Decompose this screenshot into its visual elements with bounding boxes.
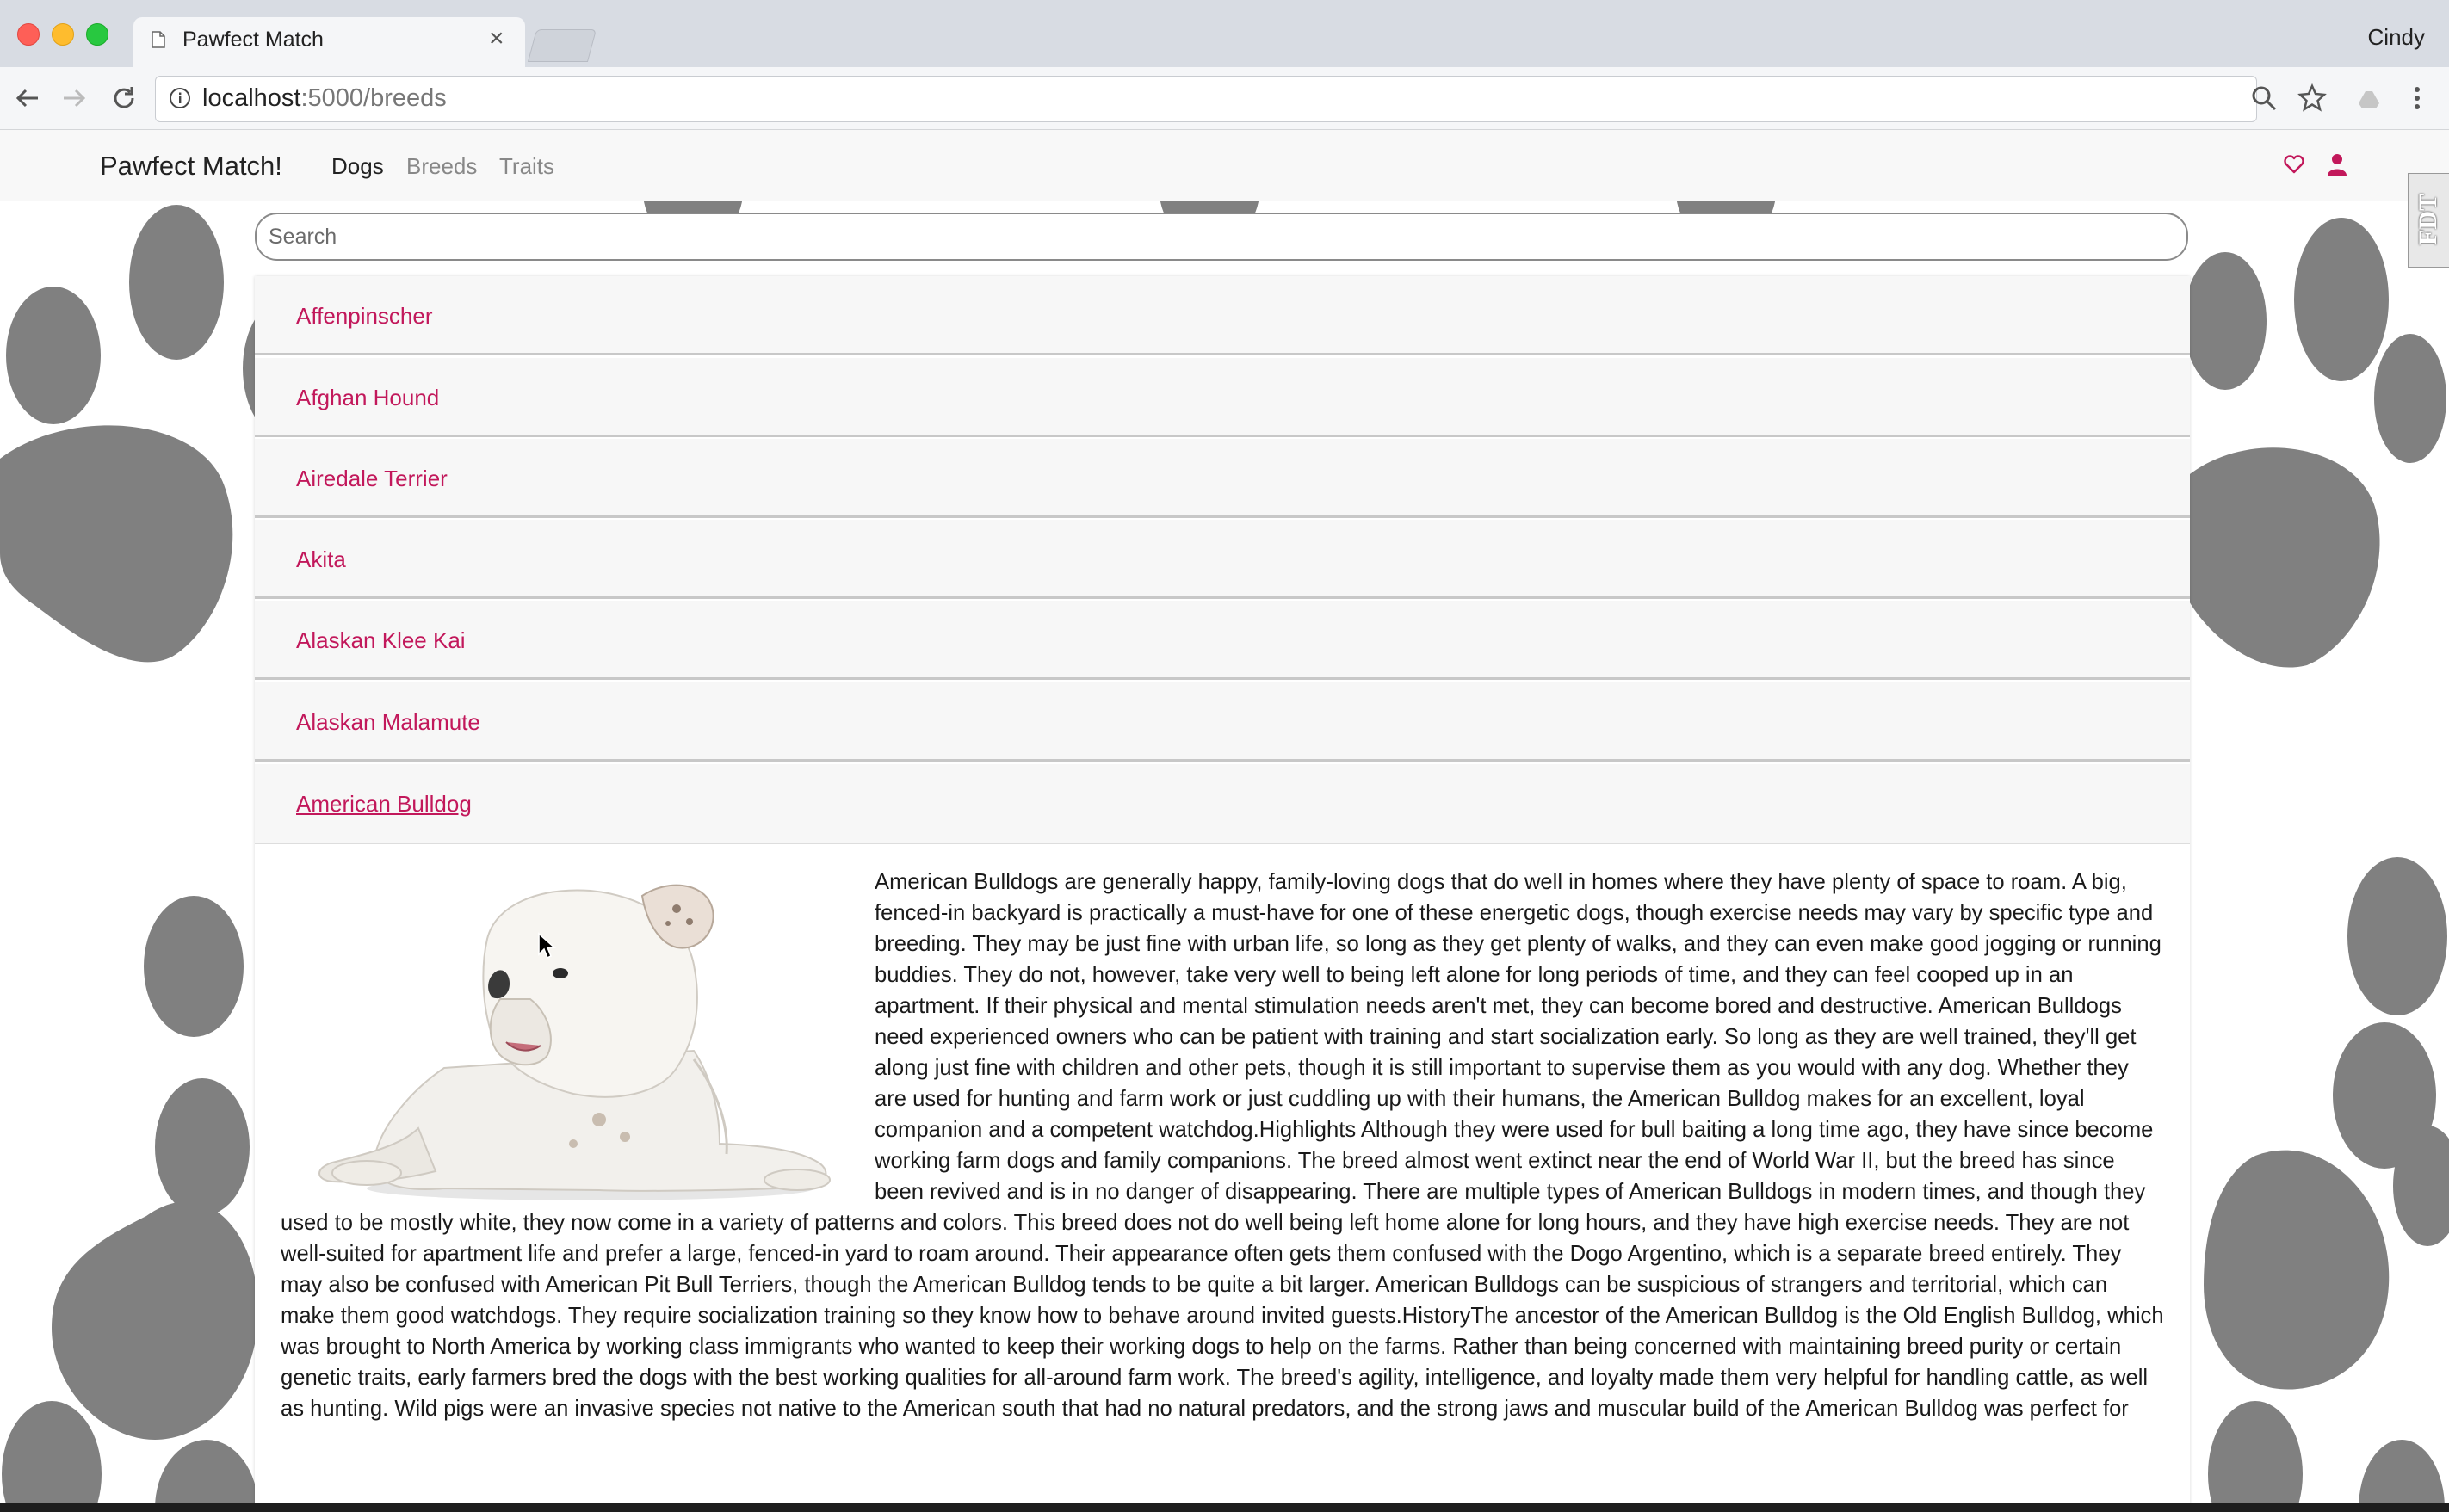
reload-icon[interactable] (108, 83, 139, 114)
breed-row[interactable]: Affenpinscher (255, 276, 2190, 355)
bookmark-star-icon[interactable] (2297, 83, 2328, 114)
heart-icon[interactable] (2283, 153, 2305, 176)
breed-description: American Bulldogs are generally happy, f… (281, 867, 2166, 1429)
window-bottom-edge (0, 1503, 2449, 1512)
back-arrow-icon[interactable] (12, 83, 43, 114)
window-close-button[interactable] (17, 23, 40, 46)
window-maximize-button[interactable] (86, 23, 108, 46)
info-icon[interactable] (169, 87, 191, 109)
nav-link-dogs[interactable]: Dogs (331, 153, 384, 180)
forward-arrow-icon[interactable] (59, 83, 90, 114)
nav-link-traits[interactable]: Traits (499, 153, 554, 180)
tab-title: Pawfect Match (182, 28, 324, 52)
user-icon[interactable] (2328, 153, 2347, 176)
site-navbar: Pawfect Match! Dogs Breeds Traits (0, 130, 2449, 201)
image-float-spacer (281, 867, 875, 1207)
breed-row-expanded[interactable]: American Bulldog (255, 764, 2190, 844)
address-host: localhost (202, 84, 301, 112)
menu-dots-icon[interactable] (2402, 83, 2433, 114)
breed-link[interactable]: Afghan Hound (296, 385, 439, 411)
tab-close-icon[interactable]: × (489, 26, 504, 52)
breed-row[interactable]: Alaskan Klee Kai (255, 601, 2190, 680)
address-url[interactable]: localhost:5000/breeds (202, 84, 447, 113)
drive-extension-icon[interactable] (2353, 83, 2384, 114)
document-icon (152, 31, 165, 48)
breed-row[interactable]: Airedale Terrier (255, 439, 2190, 518)
zoom-icon[interactable] (2248, 83, 2279, 114)
search-input[interactable] (255, 213, 2188, 261)
site-brand[interactable]: Pawfect Match! (100, 151, 282, 182)
address-bar[interactable] (155, 76, 2257, 122)
fdt-label[interactable]: FDT (2414, 185, 2443, 254)
window-minimize-button[interactable] (52, 23, 74, 46)
breed-row[interactable]: Afghan Hound (255, 358, 2190, 437)
breed-link[interactable]: Alaskan Klee Kai (296, 627, 466, 654)
breed-link[interactable]: Alaskan Malamute (296, 709, 480, 736)
mouse-pointer-icon (538, 932, 556, 960)
web-page: Pawfect Match! Dogs Breeds Traits FDT Af… (0, 130, 2449, 1503)
breed-link[interactable]: American Bulldog (296, 791, 472, 818)
breed-link[interactable]: Akita (296, 546, 346, 573)
profile-name[interactable]: Cindy (2368, 24, 2425, 51)
breed-row[interactable]: Akita (255, 520, 2190, 599)
breed-link[interactable]: Affenpinscher (296, 303, 433, 330)
nav-link-breeds[interactable]: Breeds (406, 153, 477, 180)
breed-link[interactable]: Airedale Terrier (296, 466, 448, 492)
breed-row[interactable]: Alaskan Malamute (255, 682, 2190, 762)
breed-accordion: Affenpinscher Afghan Hound Airedale Terr… (255, 276, 2190, 1503)
new-tab-button[interactable] (527, 29, 597, 62)
address-path: :5000/breeds (300, 84, 447, 112)
